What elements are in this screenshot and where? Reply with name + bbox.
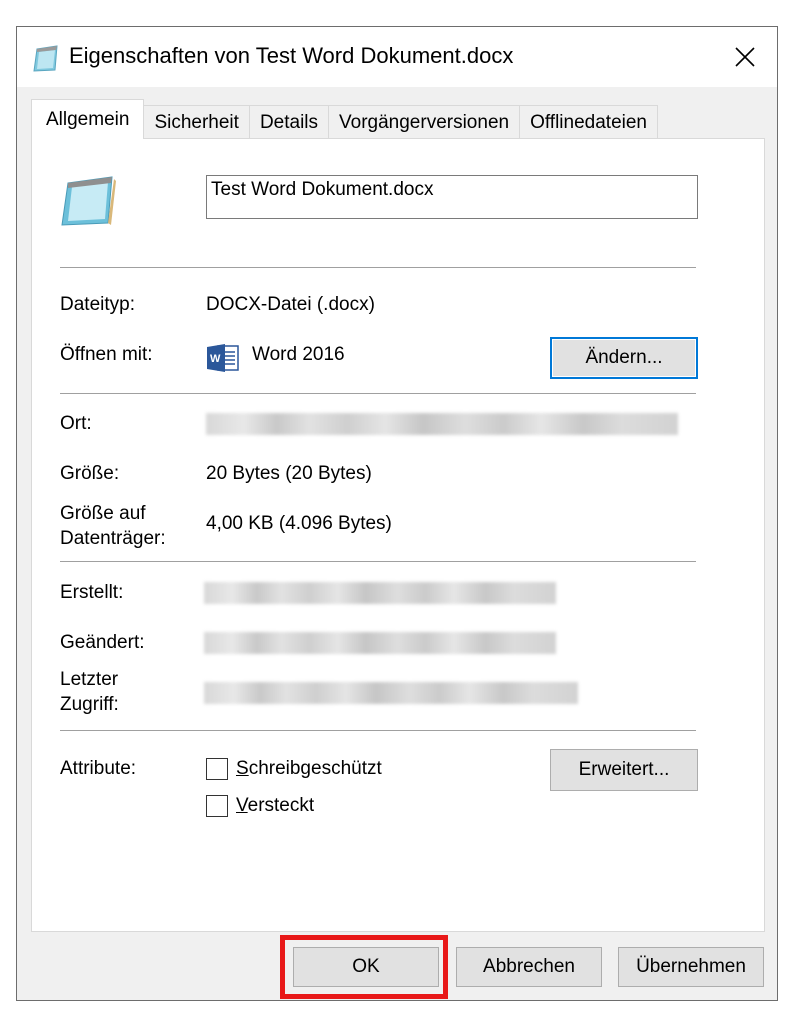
tab-vorgaengerversionen[interactable]: Vorgängerversionen xyxy=(328,105,521,139)
readonly-checkbox-row[interactable]: Schreibgeschützt xyxy=(206,758,382,780)
accessed-label-line1: Letzter xyxy=(60,669,119,690)
tab-allgemein[interactable]: Allgemein xyxy=(31,99,145,139)
cancel-button[interactable]: Abbrechen xyxy=(456,947,602,987)
size-on-disk-label-line1: Größe auf xyxy=(60,503,146,524)
general-tab-panel: Dateityp: DOCX-Datei (.docx) Öffnen mit:… xyxy=(31,138,765,932)
ok-button-highlight xyxy=(280,935,448,999)
notepad-icon xyxy=(33,45,58,72)
size-on-disk-value: 4,00 KB (4.096 Bytes) xyxy=(206,513,392,534)
file-name-input[interactable] xyxy=(206,175,698,219)
file-type-label: Dateityp: xyxy=(60,294,135,315)
modified-label: Geändert: xyxy=(60,632,145,653)
separator xyxy=(60,267,696,268)
title-bar: Eigenschaften von Test Word Dokument.doc… xyxy=(17,27,777,87)
change-button[interactable]: Ändern... xyxy=(550,337,698,379)
readonly-label: Schreibgeschützt xyxy=(236,758,382,779)
close-button[interactable] xyxy=(713,27,777,87)
modified-value-redacted xyxy=(204,632,556,654)
location-label: Ort: xyxy=(60,413,92,434)
created-label: Erstellt: xyxy=(60,582,124,603)
accessed-label-line2: Zugriff: xyxy=(60,694,119,715)
separator xyxy=(60,561,696,562)
open-with-value: Word 2016 xyxy=(252,344,345,365)
file-type-value: DOCX-Datei (.docx) xyxy=(206,294,375,315)
tab-sicherheit[interactable]: Sicherheit xyxy=(143,105,250,139)
created-value-redacted xyxy=(204,582,556,604)
advanced-button[interactable]: Erweitert... xyxy=(550,749,698,791)
separator xyxy=(60,393,696,394)
close-icon xyxy=(735,47,755,67)
window-title: Eigenschaften von Test Word Dokument.doc… xyxy=(69,43,514,68)
hidden-checkbox[interactable] xyxy=(206,795,228,817)
separator xyxy=(60,730,696,731)
word-icon: W xyxy=(207,344,239,372)
apply-button[interactable]: Übernehmen xyxy=(618,947,764,987)
properties-dialog: Eigenschaften von Test Word Dokument.doc… xyxy=(16,26,778,1001)
tab-bar: Allgemein Sicherheit Details Vorgängerve… xyxy=(31,99,658,139)
open-with-label: Öffnen mit: xyxy=(60,344,153,365)
attributes-label: Attribute: xyxy=(60,758,137,779)
svg-text:W: W xyxy=(210,353,221,365)
size-on-disk-label-line2: Datenträger: xyxy=(60,528,166,549)
notepad-file-icon xyxy=(61,176,116,226)
hidden-label: Versteckt xyxy=(236,795,315,816)
hidden-checkbox-row[interactable]: Versteckt xyxy=(206,795,314,817)
accessed-value-redacted xyxy=(204,682,578,704)
tab-details[interactable]: Details xyxy=(248,105,330,139)
readonly-checkbox[interactable] xyxy=(206,758,228,780)
size-label: Größe: xyxy=(60,463,120,484)
tab-offlinedateien[interactable]: Offlinedateien xyxy=(519,105,658,139)
location-value-redacted xyxy=(206,413,678,435)
size-value: 20 Bytes (20 Bytes) xyxy=(206,463,372,484)
